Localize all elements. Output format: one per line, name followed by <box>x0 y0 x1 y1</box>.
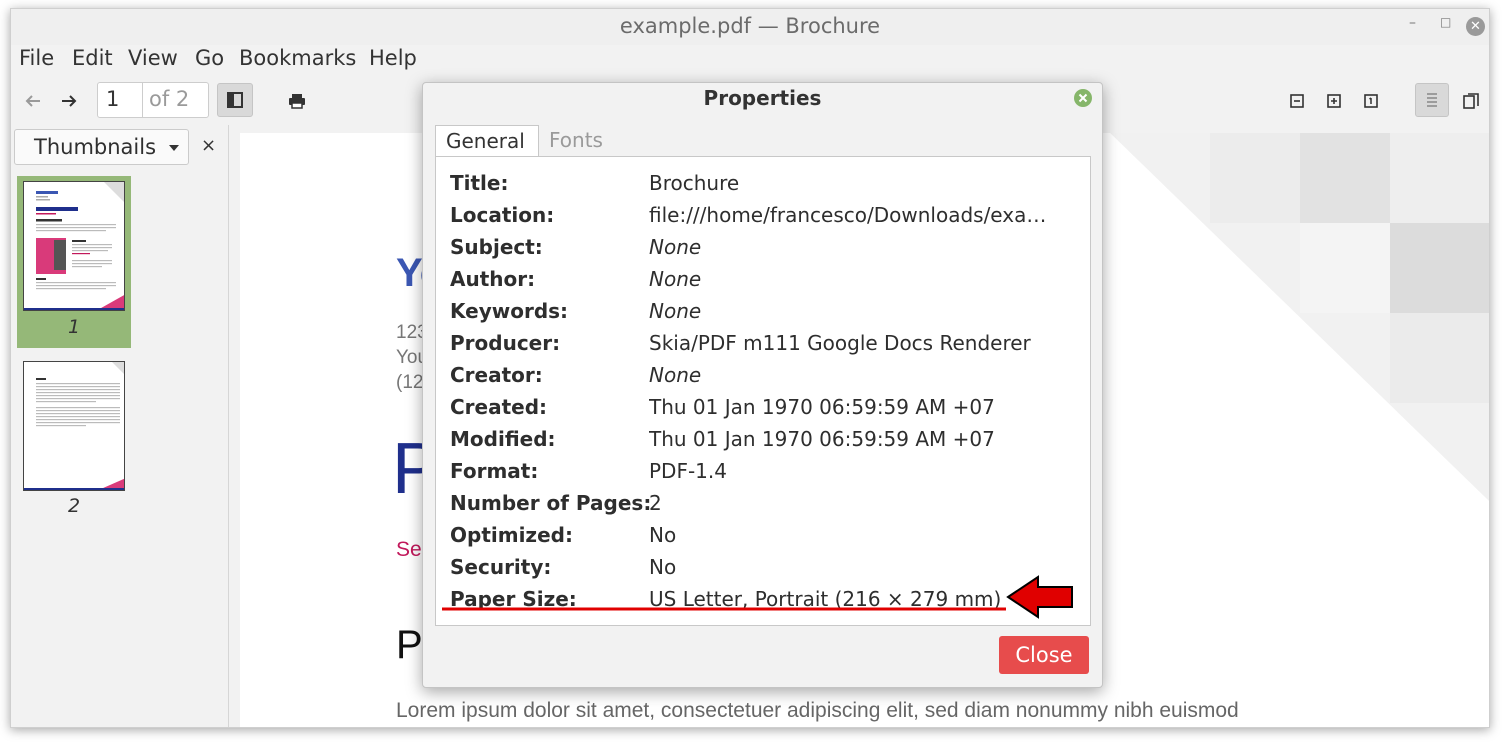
menu-bar: File Edit View Go Bookmarks Help <box>11 45 1489 77</box>
close-button[interactable]: Close <box>999 636 1089 674</box>
property-value[interactable]: None <box>649 299 1074 323</box>
dialog-title: Properties <box>703 86 822 110</box>
dual-page-button[interactable] <box>1455 85 1487 117</box>
close-window-icon[interactable]: ✕ <box>1466 17 1485 36</box>
thumbnail-page-1-label: 1 <box>67 316 81 338</box>
arrow-left-icon <box>25 95 40 107</box>
menu-view[interactable]: View <box>128 46 178 70</box>
dialog-close-icon[interactable] <box>1074 89 1092 107</box>
sidebar-icon <box>227 92 243 108</box>
arrow-right-icon <box>62 95 77 107</box>
menu-edit[interactable]: Edit <box>72 46 113 70</box>
property-key: Location: <box>450 203 555 227</box>
annotation-arrow-icon <box>1006 575 1073 619</box>
dual-page-icon <box>1463 93 1479 109</box>
chevron-down-icon <box>169 145 179 151</box>
property-key: Security: <box>450 555 552 579</box>
minimize-icon[interactable]: – <box>1409 15 1416 31</box>
title-bar[interactable]: example.pdf — Brochure – □ ✕ <box>11 9 1489 45</box>
sidebar-toggle-button[interactable] <box>217 83 253 117</box>
zoom-out-button[interactable] <box>1281 85 1313 117</box>
property-value[interactable]: None <box>649 235 1074 259</box>
property-key: Format: <box>450 459 539 483</box>
zoom-in-button[interactable] <box>1318 85 1350 117</box>
property-key: Optimized: <box>450 523 573 547</box>
page-1-miniature <box>24 182 124 310</box>
property-key: Producer: <box>450 331 561 355</box>
continuous-scroll-icon <box>1427 93 1437 107</box>
continuous-mode-button[interactable] <box>1415 83 1449 117</box>
menu-help[interactable]: Help <box>369 46 417 70</box>
property-value[interactable]: No <box>649 523 1074 547</box>
property-key: Created: <box>450 395 548 419</box>
tab-general[interactable]: General <box>435 125 539 157</box>
menu-file[interactable]: File <box>19 46 54 70</box>
current-page-value[interactable]: 1 <box>106 87 119 111</box>
thumbnails-sidebar: Thumbnails × 1 2 <box>11 125 229 727</box>
property-key: Creator: <box>450 363 543 387</box>
property-key: Title: <box>450 171 509 195</box>
property-key: Number of Pages: <box>450 491 652 515</box>
zoom-out-icon <box>1290 94 1304 108</box>
sidebar-view-dropdown[interactable]: Thumbnails <box>14 129 189 165</box>
thumbnail-page-2[interactable]: 2 <box>17 361 131 521</box>
sidebar-view-label: Thumbnails <box>34 135 157 159</box>
page-corner-decoration <box>1110 133 1489 512</box>
print-button[interactable] <box>281 85 313 117</box>
property-value[interactable]: file:///home/francesco/Downloads/exa… <box>649 203 1074 227</box>
property-key: Keywords: <box>450 299 569 323</box>
back-button[interactable] <box>17 85 49 117</box>
thumbnail-page-2-preview <box>23 361 125 491</box>
property-value[interactable]: None <box>649 363 1074 387</box>
menu-go[interactable]: Go <box>195 46 224 70</box>
general-properties-panel: Title: Brochure Location: file:///home/fran… <box>435 156 1091 626</box>
page-2-miniature <box>24 362 124 490</box>
property-key: Author: <box>450 267 536 291</box>
property-key: Modified: <box>450 427 556 451</box>
zoom-in-icon <box>1327 94 1341 108</box>
page-number-field[interactable]: 1 of 2 <box>97 82 209 118</box>
property-key: Subject: <box>450 235 543 259</box>
maximize-icon[interactable]: □ <box>1440 15 1451 29</box>
body-paragraph: Lorem ipsum dolor sit amet, consectetuer… <box>396 699 1239 722</box>
menu-bookmarks[interactable]: Bookmarks <box>239 46 356 70</box>
property-value[interactable]: None <box>649 267 1074 291</box>
properties-dialog: Properties General Fonts Title: Brochure L… <box>422 82 1103 688</box>
page-field-divider <box>142 83 143 117</box>
forward-button[interactable] <box>53 85 85 117</box>
close-sidebar-icon[interactable]: × <box>201 135 216 156</box>
window-title: example.pdf — Brochure <box>619 14 881 38</box>
page-count-label: of 2 <box>149 87 190 111</box>
property-value[interactable]: PDF-1.4 <box>649 459 1074 483</box>
zoom-reset-button[interactable] <box>1355 85 1387 117</box>
tab-fonts[interactable]: Fonts <box>539 125 629 157</box>
paper-size-annotation <box>442 607 1006 611</box>
thumbnail-page-1[interactable]: 1 <box>17 176 131 348</box>
thumbnail-page-1-preview <box>23 181 125 311</box>
thumbnail-page-2-label: 2 <box>67 495 81 517</box>
original-size-icon <box>1364 94 1378 108</box>
printer-icon <box>289 94 305 109</box>
close-x-icon <box>1078 93 1088 103</box>
property-value[interactable]: Thu 01 Jan 1970 06:59:59 AM +07 <box>649 427 1074 451</box>
property-value[interactable]: Brochure <box>649 171 1074 195</box>
property-value[interactable]: 2 <box>649 491 1074 515</box>
property-value[interactable]: Skia/PDF m111 Google Docs Renderer <box>649 331 1074 355</box>
property-value[interactable]: Thu 01 Jan 1970 06:59:59 AM +07 <box>649 395 1074 419</box>
